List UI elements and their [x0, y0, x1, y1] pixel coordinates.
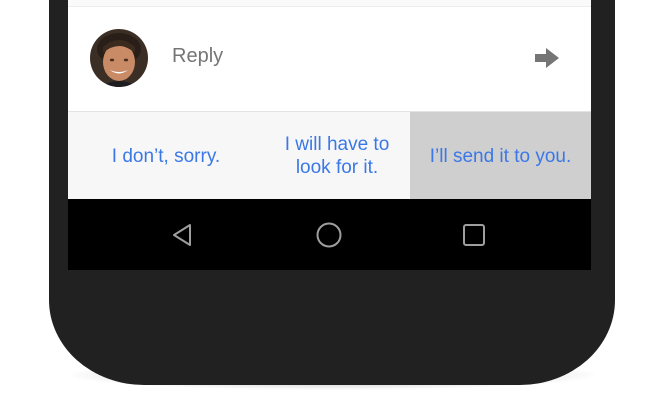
back-icon	[173, 224, 191, 246]
smart-reply-2[interactable]: I will have to look for it.	[264, 112, 410, 200]
phone-screen: Reply I don’t, sorry. I will have to loo…	[68, 0, 591, 270]
smart-reply-1[interactable]: I don’t, sorry.	[68, 112, 264, 200]
send-button[interactable]	[532, 43, 562, 73]
avatar	[90, 29, 148, 87]
home-icon	[316, 222, 342, 248]
smart-reply-suggestions: I don’t, sorry. I will have to look for …	[68, 111, 591, 200]
back-button[interactable]	[167, 219, 199, 251]
recents-button[interactable]	[458, 219, 490, 251]
arrow-right-icon	[535, 48, 559, 68]
notification-top-edge	[68, 0, 591, 7]
reply-row: Reply	[68, 7, 591, 111]
home-button[interactable]	[313, 219, 345, 251]
recents-icon	[463, 224, 485, 246]
navigation-bar	[68, 199, 591, 270]
avatar-image	[90, 29, 148, 87]
smart-reply-3[interactable]: I’ll send it to you.	[410, 112, 591, 200]
reply-input[interactable]: Reply	[172, 45, 223, 68]
